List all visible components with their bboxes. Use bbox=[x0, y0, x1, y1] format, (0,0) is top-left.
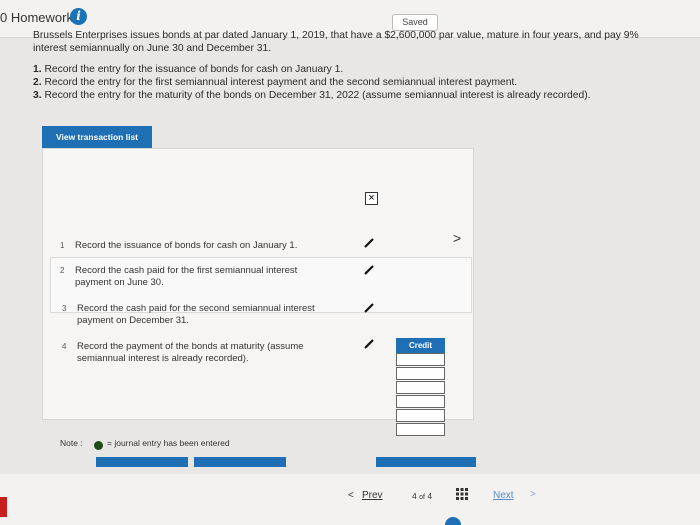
entered-status-dot bbox=[94, 441, 103, 450]
page-count: 4 of 4 bbox=[412, 491, 433, 501]
prev-link[interactable]: Prev bbox=[362, 490, 383, 501]
view-general-journal-button[interactable] bbox=[376, 457, 476, 467]
clear-entry-button[interactable] bbox=[194, 457, 286, 467]
note-label: Note : bbox=[60, 438, 83, 448]
credit-input[interactable] bbox=[396, 367, 445, 380]
pencil-icon[interactable] bbox=[364, 238, 374, 248]
requirement-item: 3. Record the entry for the maturity of … bbox=[33, 90, 591, 101]
view-transaction-list-button[interactable]: View transaction list bbox=[42, 126, 152, 148]
record-entry-button[interactable] bbox=[96, 457, 188, 467]
requirement-item: 1. Record the entry for the issuance of … bbox=[33, 64, 344, 75]
problem-text: Brussels Enterprises issues bonds at par… bbox=[33, 30, 639, 54]
pencil-icon[interactable] bbox=[364, 339, 374, 349]
credit-input[interactable] bbox=[396, 353, 445, 366]
info-icon[interactable]: i bbox=[70, 8, 87, 25]
side-tab[interactable] bbox=[0, 497, 7, 517]
chevron-right-icon[interactable]: > bbox=[453, 230, 461, 246]
credit-input[interactable] bbox=[396, 409, 445, 422]
credit-input[interactable] bbox=[396, 395, 445, 408]
credit-input[interactable] bbox=[396, 381, 445, 394]
requirements-list: 1. Record the entry for the issuance of … bbox=[33, 63, 673, 102]
chevron-left-icon[interactable]: < bbox=[348, 490, 354, 501]
pencil-icon[interactable] bbox=[364, 303, 374, 313]
requirement-item: 2. Record the entry for the first semian… bbox=[33, 77, 518, 88]
next-link[interactable]: Next bbox=[493, 490, 514, 501]
credit-input[interactable] bbox=[396, 423, 445, 436]
credit-column: Credit bbox=[396, 338, 445, 442]
close-icon[interactable]: × bbox=[365, 192, 378, 205]
chevron-right-icon[interactable]: > bbox=[530, 489, 536, 500]
pencil-icon[interactable] bbox=[364, 265, 374, 275]
grid-icon[interactable] bbox=[456, 488, 468, 500]
credit-header: Credit bbox=[396, 338, 445, 353]
note-text: = journal entry has been entered bbox=[107, 438, 230, 448]
